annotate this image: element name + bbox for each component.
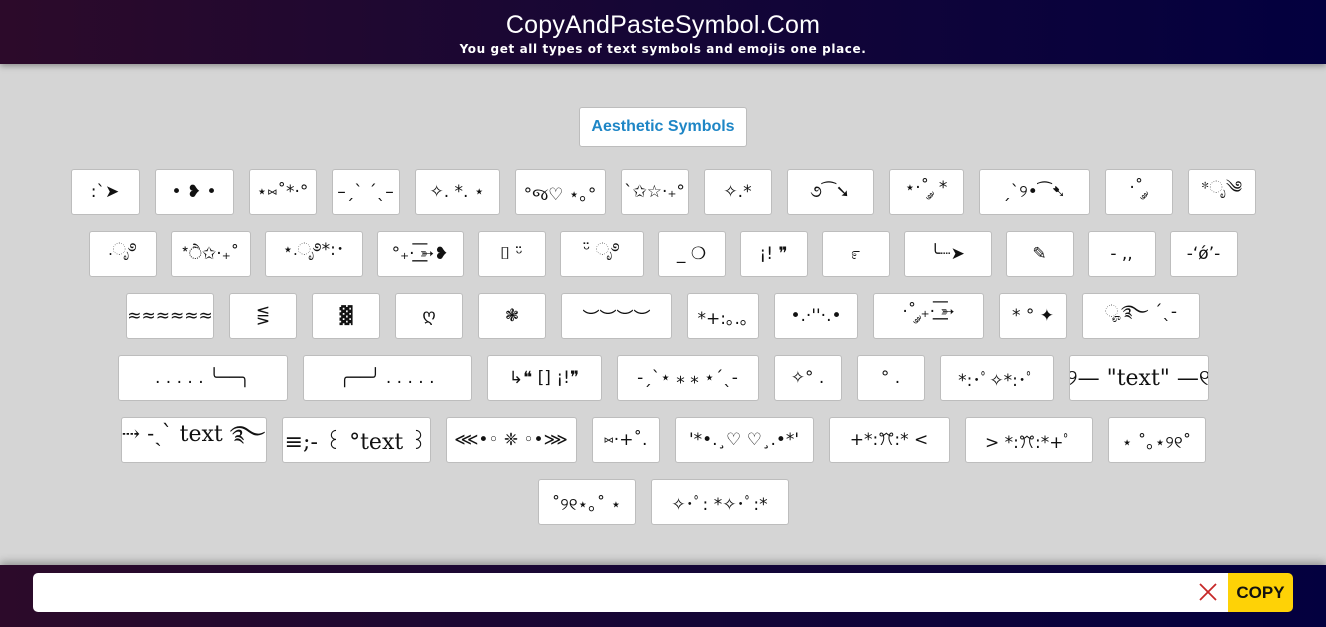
symbol-button[interactable]: *ೃ༄ [1187, 169, 1256, 215]
symbol-button[interactable]: -‘ǿ’- [1169, 231, 1238, 277]
symbol-button[interactable]: ❃ [478, 293, 546, 339]
category-title-button[interactable]: Aesthetic Symbols [579, 107, 747, 147]
symbol-button[interactable]: . . . . . ╰──╮ [117, 355, 288, 401]
symbol-button[interactable]: ° . [856, 355, 925, 401]
symbol-button[interactable]: °₊· ͟͟͞➳❥ [376, 231, 464, 277]
symbol-button[interactable]: ⋆·˚ ༘ * [888, 169, 964, 215]
close-icon [1199, 583, 1217, 601]
symbol-button[interactable]: *+:｡.｡ [687, 293, 759, 339]
symbol-button[interactable]: ૭⁀➘ [786, 169, 874, 215]
site-header: CopyAndPasteSymbol.Com You get all types… [0, 0, 1326, 64]
symbol-row-6: ˚୨୧⋆｡˚ ⋆ ✧･ﾟ: *✧･ﾟ:* [0, 479, 1326, 525]
symbol-button[interactable]: ︶︶︶︶ [561, 293, 672, 339]
symbol-button[interactable]: ╭──╯ . . . . . [302, 355, 472, 401]
symbol-button[interactable]: ⋆⑅˚*·° [248, 169, 317, 215]
symbol-button[interactable]: ᵕ̈ ೃ࿔ [559, 231, 644, 277]
symbol-row-4: . . . . . ╰──╮ ╭──╯ . . . . . ↳❝ [] ¡!❞ … [0, 355, 1326, 401]
symbol-button[interactable]: ✧･ﾟ: *✧･ﾟ:* [650, 479, 789, 525]
symbol-button[interactable]: ✧° . [773, 355, 842, 401]
symbol-button[interactable]: .ೃ࿔ [88, 231, 157, 277]
symbol-button[interactable]: ⑅·+˚. [591, 417, 660, 463]
symbol-button[interactable]: ˏ`୨•⁀➷ [978, 169, 1090, 215]
copy-bar: COPY [0, 565, 1326, 627]
symbol-button[interactable]: ˚୨୧⋆｡˚ ⋆ [537, 479, 636, 525]
symbol-button[interactable]: ·˚ ༘₊· ͟͟͞➳ [873, 293, 984, 339]
symbol-button[interactable]: - ,, [1087, 231, 1156, 277]
symbol-button[interactable]: -ˏˋ⋆ ⁎ ⁎ ⋆ˊˎ- [616, 355, 759, 401]
symbol-button[interactable]: ·˚ ༘ [1104, 169, 1173, 215]
symbol-button[interactable]: ୨— "text" —୧ [1068, 355, 1209, 401]
symbol-button[interactable]: ≡;- ꒰ °text ꒱ [281, 417, 431, 463]
symbol-button[interactable]: '*•.¸♡ ♡¸.•*' [674, 417, 814, 463]
symbol-button[interactable]: > *:ꔫ:*+ﾟ [964, 417, 1093, 463]
symbol-button[interactable]: ˋ✩☆·₊° [620, 169, 689, 215]
copy-button[interactable]: COPY [1228, 573, 1293, 612]
symbol-button[interactable]: ⋆.ೃ࿔*:･ [264, 231, 363, 277]
symbol-button[interactable]: ⋘•◦ ❈ ◦•⋙ [445, 417, 577, 463]
symbol-button[interactable]: ≈≈≈≈≈≈≈≈ [126, 293, 214, 339]
symbol-button[interactable]: +*:ꔫ:* < [828, 417, 950, 463]
symbol-button[interactable]: ✧.* [703, 169, 772, 215]
symbol-button[interactable]: ೯ [821, 231, 890, 277]
symbol-button[interactable]: •.·''·.• [774, 293, 858, 339]
symbol-button[interactable]: –ˏˋ ˊˎ– [331, 169, 400, 215]
symbol-row-3: ≈≈≈≈≈≈≈≈ ⋚ ▓ ღ ❃ ︶︶︶︶ *+:｡.｡ •.·''·.• ·˚… [0, 293, 1326, 339]
symbol-button[interactable]: ¡! ❞ [739, 231, 808, 277]
symbol-button[interactable]: *:･ﾟ✧*:･ﾟ [939, 355, 1054, 401]
symbol-button[interactable]: • ❥ • [154, 169, 234, 215]
symbol-button[interactable]: ⌷ ᵕ̈ [477, 231, 546, 277]
symbol-button[interactable]: ღ [395, 293, 463, 339]
symbol-row-5: ⇢ ˗ˏˋ text ࿐ ≡;- ꒰ °text ꒱ ⋘•◦ ❈ ◦•⋙ ⑅·+… [0, 417, 1326, 463]
copy-input[interactable] [33, 573, 1228, 612]
symbol-button[interactable]: ╰┈➤ [903, 231, 992, 277]
symbol-button[interactable]: ⇢ ˗ˏˋ text ࿐ [120, 417, 267, 463]
clear-button[interactable] [1196, 579, 1220, 605]
symbol-button[interactable]: * ° ✦ [999, 293, 1067, 339]
symbol-button[interactable]: ✧. *. ⋆ [414, 169, 500, 215]
symbol-button[interactable]: ⋚ [229, 293, 297, 339]
pencil-icon[interactable]: ✎ [1005, 231, 1074, 277]
symbol-button[interactable]: ೄ࿐ ˊˎ- [1082, 293, 1200, 339]
symbol-button[interactable]: ↳❝ [] ¡!❞ [486, 355, 602, 401]
symbol-button[interactable]: ⋆ ˚｡⋆୨୧˚ [1107, 417, 1206, 463]
site-subtitle: You get all types of text symbols and em… [459, 42, 867, 56]
site-title[interactable]: CopyAndPasteSymbol.Com [0, 0, 1326, 38]
symbol-button[interactable]: °જ♡ ⋆｡° [514, 169, 606, 215]
symbol-row-1: :`➤ • ❥ • ⋆⑅˚*·° –ˏˋ ˊˎ– ✧. *. ⋆ °જ♡ ⋆｡°… [0, 169, 1326, 215]
symbol-button[interactable]: _ ❍ [657, 231, 726, 277]
symbol-row-2: .ೃ࿔ *ੈ✩‧₊˚ ⋆.ೃ࿔*:･ °₊· ͟͟͞➳❥ ⌷ ᵕ̈ ᵕ̈ ೃ࿔ … [0, 231, 1326, 277]
symbol-button[interactable]: *ੈ✩‧₊˚ [170, 231, 251, 277]
symbol-button[interactable]: ▓ [312, 293, 380, 339]
symbol-button[interactable]: :`➤ [70, 169, 140, 215]
